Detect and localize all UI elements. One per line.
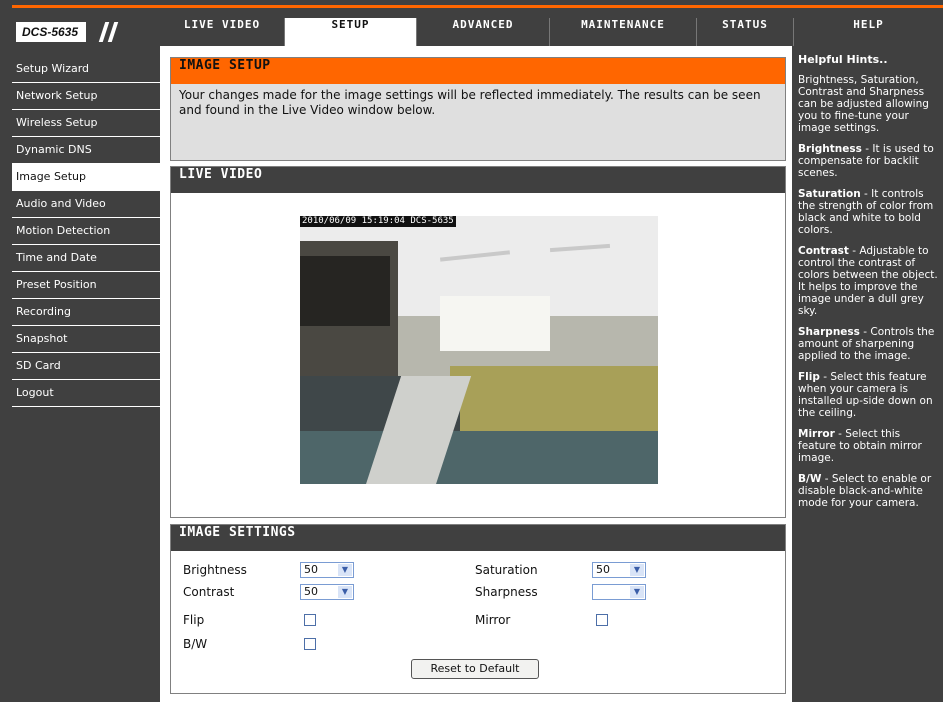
image-setup-panel: IMAGE SETUP Your changes made for the im… <box>170 57 786 161</box>
live-video-panel: LIVE VIDEO 2010/06/09 15:19:04 DCS-5635 <box>170 166 786 518</box>
mirror-checkbox[interactable] <box>596 614 608 626</box>
scene-cubicle-right <box>450 366 658 436</box>
sidebar-item-image-setup[interactable]: Image Setup <box>12 164 160 191</box>
chevron-down-icon: ▼ <box>338 586 352 598</box>
hint-term: Brightness <box>798 143 862 155</box>
hint-term: Saturation <box>798 188 861 200</box>
main-content: IMAGE SETUP Your changes made for the im… <box>160 46 792 702</box>
chevron-down-icon: ▼ <box>338 564 352 576</box>
sidebar-item-audio-video[interactable]: Audio and Video <box>12 191 160 218</box>
tab-maintenance[interactable]: MAINTENANCE <box>550 18 697 46</box>
hint-term: Sharpness <box>798 326 860 338</box>
hint-brightness: Brightness - It is used to compensate fo… <box>798 143 939 179</box>
tab-setup[interactable]: SETUP <box>285 18 417 46</box>
left-border <box>0 0 6 702</box>
hint-term: Flip <box>798 371 820 383</box>
live-video-title: LIVE VIDEO <box>171 167 785 193</box>
hint-term: Contrast <box>798 245 849 257</box>
saturation-select[interactable]: 50 ▼ <box>592 562 646 578</box>
brightness-label: Brightness <box>183 563 247 577</box>
sharpness-select[interactable]: ▼ <box>592 584 646 600</box>
chevron-down-icon: ▼ <box>630 564 644 576</box>
sidebar-item-snapshot[interactable]: Snapshot <box>12 326 160 353</box>
image-settings-title: IMAGE SETTINGS <box>171 525 785 551</box>
sidebar-item-network-setup[interactable]: Network Setup <box>12 83 160 110</box>
hints-title: Helpful Hints.. <box>798 53 888 66</box>
scene-floor <box>300 431 658 484</box>
image-setup-description: Your changes made for the image settings… <box>179 88 761 117</box>
sidebar-item-dynamic-dns[interactable]: Dynamic DNS <box>12 137 160 164</box>
model-name: DCS-5635 <box>16 22 86 42</box>
hint-saturation: Saturation - It controls the strength of… <box>798 188 939 236</box>
image-setup-title: IMAGE SETUP <box>171 58 785 84</box>
image-settings-panel: IMAGE SETTINGS Brightness 50 ▼ Saturation… <box>170 524 786 694</box>
helpful-hints-panel: Helpful Hints.. Brightness, Saturation, … <box>793 46 943 702</box>
sidebar-item-time-date[interactable]: Time and Date <box>12 245 160 272</box>
hint-bw: B/W - Select to enable or disable black-… <box>798 473 939 509</box>
flip-label: Flip <box>183 613 205 627</box>
sidebar-item-sd-card[interactable]: SD Card <box>12 353 160 380</box>
chevron-down-icon: ▼ <box>630 586 644 598</box>
sidebar-item-recording[interactable]: Recording <box>12 299 160 326</box>
contrast-label: Contrast <box>183 585 235 599</box>
saturation-label: Saturation <box>475 563 538 577</box>
top-nav: LIVE VIDEO SETUP ADVANCED MAINTENANCE ST… <box>160 18 943 46</box>
flip-checkbox[interactable] <box>304 614 316 626</box>
hint-term: B/W <box>798 473 822 485</box>
hint-contrast: Contrast - Adjustable to control the con… <box>798 245 939 317</box>
hint-flip: Flip - Select this feature when your cam… <box>798 371 939 419</box>
brightness-value: 50 <box>304 563 318 576</box>
contrast-value: 50 <box>304 585 318 598</box>
bw-label: B/W <box>183 637 208 651</box>
tab-status[interactable]: STATUS <box>697 18 794 46</box>
hints-intro: Brightness, Saturation, Contrast and Sha… <box>798 74 929 134</box>
sidebar-item-wireless-setup[interactable]: Wireless Setup <box>12 110 160 137</box>
tab-help[interactable]: HELP <box>794 18 943 46</box>
top-border <box>0 0 943 8</box>
scene-window <box>300 256 390 326</box>
sidebar-item-preset-position[interactable]: Preset Position <box>12 272 160 299</box>
mirror-label: Mirror <box>475 613 511 627</box>
reset-to-default-button[interactable]: Reset to Default <box>411 659 539 679</box>
logo-slash-2 <box>107 22 119 42</box>
tab-advanced[interactable]: ADVANCED <box>417 18 550 46</box>
sidebar-item-motion-detection[interactable]: Motion Detection <box>12 218 160 245</box>
video-timestamp: 2010/06/09 15:19:04 DCS-5635 <box>300 216 456 227</box>
camera-web-admin: DCS-5635 LIVE VIDEO SETUP ADVANCED MAINT… <box>0 0 943 702</box>
hint-sharpness: Sharpness - Controls the amount of sharp… <box>798 326 939 362</box>
sidebar-menu: Setup Wizard Network Setup Wireless Setu… <box>12 56 160 407</box>
live-video-feed: 2010/06/09 15:19:04 DCS-5635 <box>300 216 658 484</box>
saturation-value: 50 <box>596 563 610 576</box>
hint-mirror: Mirror - Select this feature to obtain m… <box>798 428 939 464</box>
sharpness-label: Sharpness <box>475 585 538 599</box>
hint-term: Mirror <box>798 428 835 440</box>
tab-live-video[interactable]: LIVE VIDEO <box>160 18 285 46</box>
brand-logo: DCS-5635 <box>12 18 160 46</box>
scene-whiteboard <box>440 296 550 351</box>
contrast-select[interactable]: 50 ▼ <box>300 584 354 600</box>
sidebar-item-logout[interactable]: Logout <box>12 380 160 407</box>
sidebar-item-setup-wizard[interactable]: Setup Wizard <box>12 56 160 83</box>
bw-checkbox[interactable] <box>304 638 316 650</box>
top-accent-line <box>12 5 943 8</box>
brightness-select[interactable]: 50 ▼ <box>300 562 354 578</box>
